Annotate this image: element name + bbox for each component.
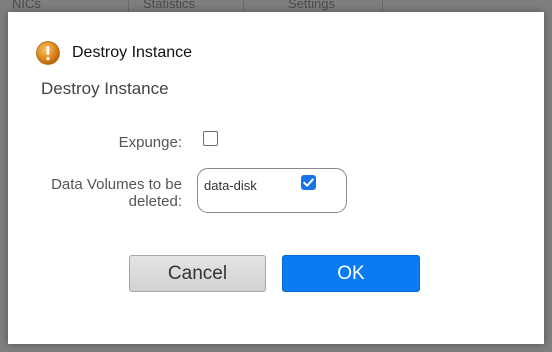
dialog-header: Destroy Instance (36, 40, 192, 66)
volume-checkbox[interactable] (301, 175, 316, 190)
volume-name: data-disk (204, 178, 257, 193)
data-volumes-label: Data Volumes to be deleted: (0, 176, 182, 210)
data-volumes-label-line2: deleted: (128, 193, 182, 210)
expunge-label: Expunge: (118, 134, 182, 151)
data-volumes-list: data-disk (197, 168, 347, 213)
data-volumes-label-line1: Data Volumes to be (51, 176, 182, 193)
checkmark-icon (303, 178, 314, 187)
alert-icon (36, 41, 60, 65)
expunge-checkbox[interactable] (203, 131, 218, 146)
cancel-button[interactable]: Cancel (129, 255, 266, 292)
destroy-instance-dialog: Destroy Instance Destroy Instance Expung… (8, 12, 544, 344)
dialog-title: Destroy Instance (72, 44, 193, 61)
dialog-subtitle: Destroy Instance (41, 79, 169, 98)
ok-button[interactable]: OK (282, 255, 420, 292)
